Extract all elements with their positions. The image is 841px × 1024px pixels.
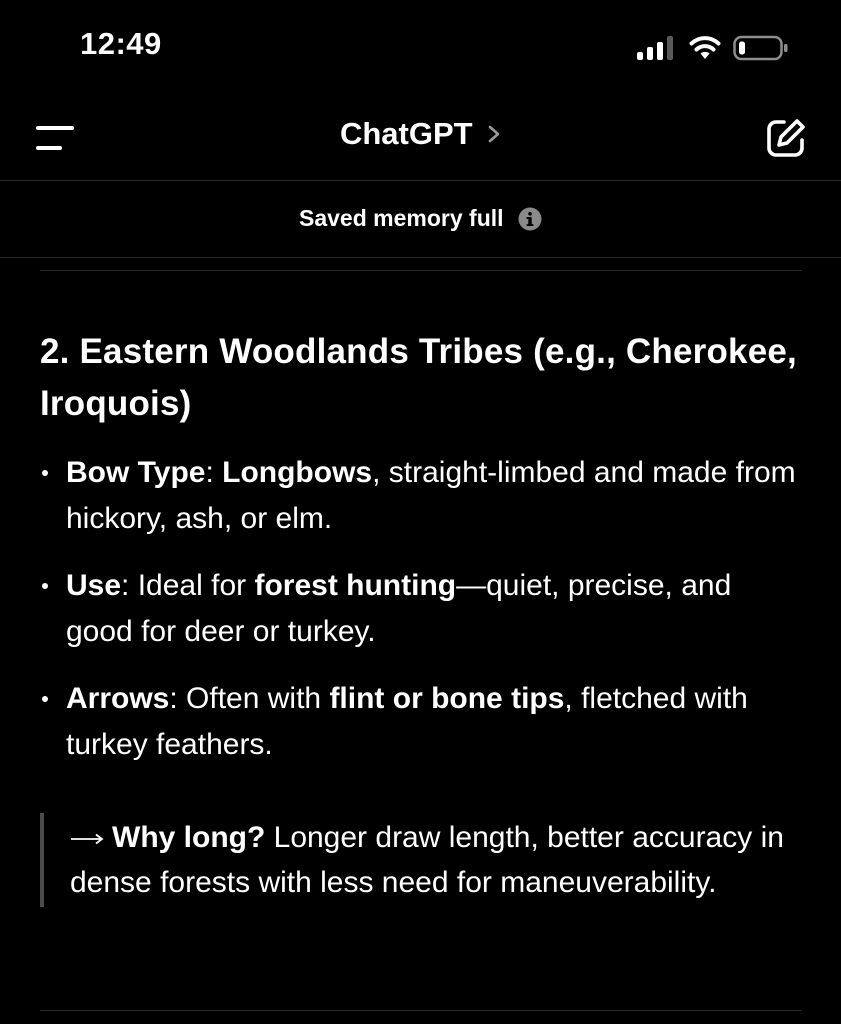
message-divider-bottom [40,1010,802,1011]
chat-screen: 12:49 ChatGPT Saved memory full 2. Easte… [0,0,841,1024]
assistant-message: 2. Eastern Woodlands Tribes (e.g., Chero… [40,326,800,789]
bullet-sep: : [205,456,223,489]
list-item: Arrows: Often with flint or bone tips, f… [40,676,800,768]
chevron-right-icon [488,125,500,143]
compose-icon[interactable] [764,116,808,160]
bullet-label: Bow Type [66,456,206,489]
bullet-bold-value: flint or bone tips [329,682,565,715]
status-bar: 12:49 [0,0,841,96]
bullet-sep: : Ideal for [121,569,255,602]
info-icon[interactable] [518,207,542,231]
bullet-label: Use [66,569,122,602]
message-divider [40,270,802,271]
list-item: Bow Type: Longbows, straight-limbed and … [40,450,800,542]
quote-bold: Why long? [112,821,266,854]
status-time: 12:49 [80,26,162,61]
list-item: Use: Ideal for forest hunting—quiet, pre… [40,563,800,655]
cellular-signal-icon [637,35,675,60]
memory-banner-text: Saved memory full [299,205,504,231]
bullet-dot [42,470,48,476]
battery-icon [733,35,788,61]
nav-title: ChatGPT [339,116,473,151]
section-heading: 2. Eastern Woodlands Tribes (e.g., Chero… [40,332,797,423]
nav-bar: ChatGPT [0,96,841,181]
bullet-sep: : Often with [169,682,330,715]
model-selector[interactable]: ChatGPT [0,116,841,152]
bullet-list: Bow Type: Longbows, straight-limbed and … [40,450,800,768]
bullet-bold-value: Longbows [222,456,373,489]
wifi-icon [689,36,721,59]
long-arrow-right-icon [71,833,104,845]
bullet-dot [42,696,48,702]
bullet-bold-value: forest hunting [254,569,457,602]
bullet-dot [42,583,48,589]
bullet-label: Arrows [66,682,170,715]
memory-banner[interactable]: Saved memory full [0,181,841,258]
blockquote: Why long? Longer draw length, better acc… [40,813,790,907]
